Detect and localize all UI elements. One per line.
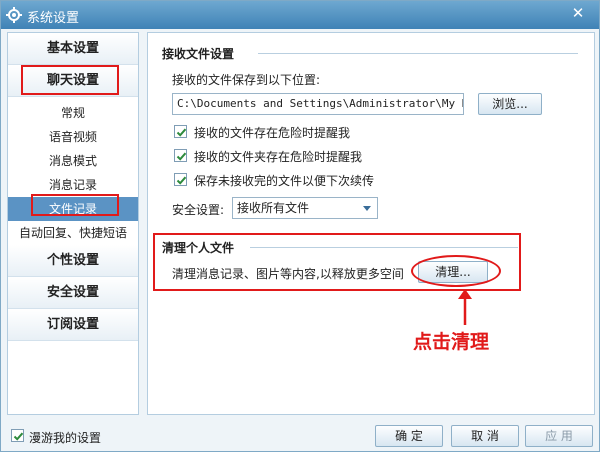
option-label: 接收的文件存在危险时提醒我 xyxy=(194,126,351,140)
gear-icon xyxy=(6,7,22,23)
section-divider xyxy=(258,53,578,54)
checkbox[interactable] xyxy=(174,173,187,186)
apply-button[interactable]: 应 用 xyxy=(525,425,593,447)
checkbox[interactable] xyxy=(174,149,187,162)
roaming-label: 漫游我的设置 xyxy=(29,431,102,445)
checkmark-icon xyxy=(176,128,187,137)
browse-button[interactable]: 浏览... xyxy=(478,93,542,115)
sidebar-item-voice-video[interactable]: 语音视频 xyxy=(8,125,138,149)
sidebar-section-security[interactable]: 安全设置 xyxy=(8,277,138,309)
cleanup-button[interactable]: 清理... xyxy=(418,261,488,283)
annotation-click-cleanup: 点击清理 xyxy=(413,331,490,353)
sidebar-item-auto-reply[interactable]: 自动回复、快捷短语 xyxy=(8,221,138,245)
roaming-checkbox[interactable] xyxy=(11,429,24,442)
title-bar: 系统设置 ✕ xyxy=(1,1,599,29)
save-path-label: 接收的文件保存到以下位置: xyxy=(172,73,321,87)
chevron-down-icon xyxy=(363,206,371,211)
cancel-button[interactable]: 取 消 xyxy=(451,425,519,447)
sidebar-section-basic[interactable]: 基本设置 xyxy=(8,33,138,65)
sidebar-item-message-history[interactable]: 消息记录 xyxy=(8,173,138,197)
ok-button[interactable]: 确 定 xyxy=(375,425,443,447)
checkmark-icon xyxy=(13,432,24,441)
arrow-up-icon xyxy=(458,289,472,325)
window-title: 系统设置 xyxy=(27,11,80,26)
option-label: 接收的文件夹存在危险时提醒我 xyxy=(194,150,363,164)
save-path-input[interactable]: C:\Documents and Settings\Administrator\… xyxy=(172,93,464,115)
section-divider xyxy=(250,247,518,248)
cleanup-section-title: 清理个人文件 xyxy=(162,241,235,255)
security-select[interactable]: 接收所有文件 xyxy=(232,197,378,219)
close-button[interactable]: ✕ xyxy=(565,3,591,23)
security-select-value: 接收所有文件 xyxy=(237,201,310,215)
sidebar-section-chat[interactable]: 聊天设置 xyxy=(8,65,138,97)
security-label: 安全设置: xyxy=(172,203,225,217)
sidebar-section-personal[interactable]: 个性设置 xyxy=(8,245,138,277)
sidebar-section-subscription[interactable]: 订阅设置 xyxy=(8,309,138,341)
sidebar-item-file-history[interactable]: 文件记录 xyxy=(8,197,138,221)
checkbox[interactable] xyxy=(174,125,187,138)
cleanup-description: 清理消息记录、图片等内容,以释放更多空间 xyxy=(172,267,404,281)
settings-sidebar: 基本设置 聊天设置 常规 语音视频 消息模式 消息记录 文件记录 自动回复、快捷… xyxy=(7,32,139,415)
receive-section-title: 接收文件设置 xyxy=(162,47,235,61)
settings-window: 系统设置 ✕ 基本设置 聊天设置 常规 语音视频 消息模式 消息记录 文件记录 … xyxy=(0,0,600,452)
settings-content: 接收文件设置 接收的文件保存到以下位置: C:\Documents and Se… xyxy=(147,32,595,415)
sidebar-item-message-mode[interactable]: 消息模式 xyxy=(8,149,138,173)
option-label: 保存未接收完的文件以便下次续传 xyxy=(194,174,375,188)
sidebar-item-general[interactable]: 常规 xyxy=(8,101,138,125)
checkmark-icon xyxy=(176,176,187,185)
checkmark-icon xyxy=(176,152,187,161)
